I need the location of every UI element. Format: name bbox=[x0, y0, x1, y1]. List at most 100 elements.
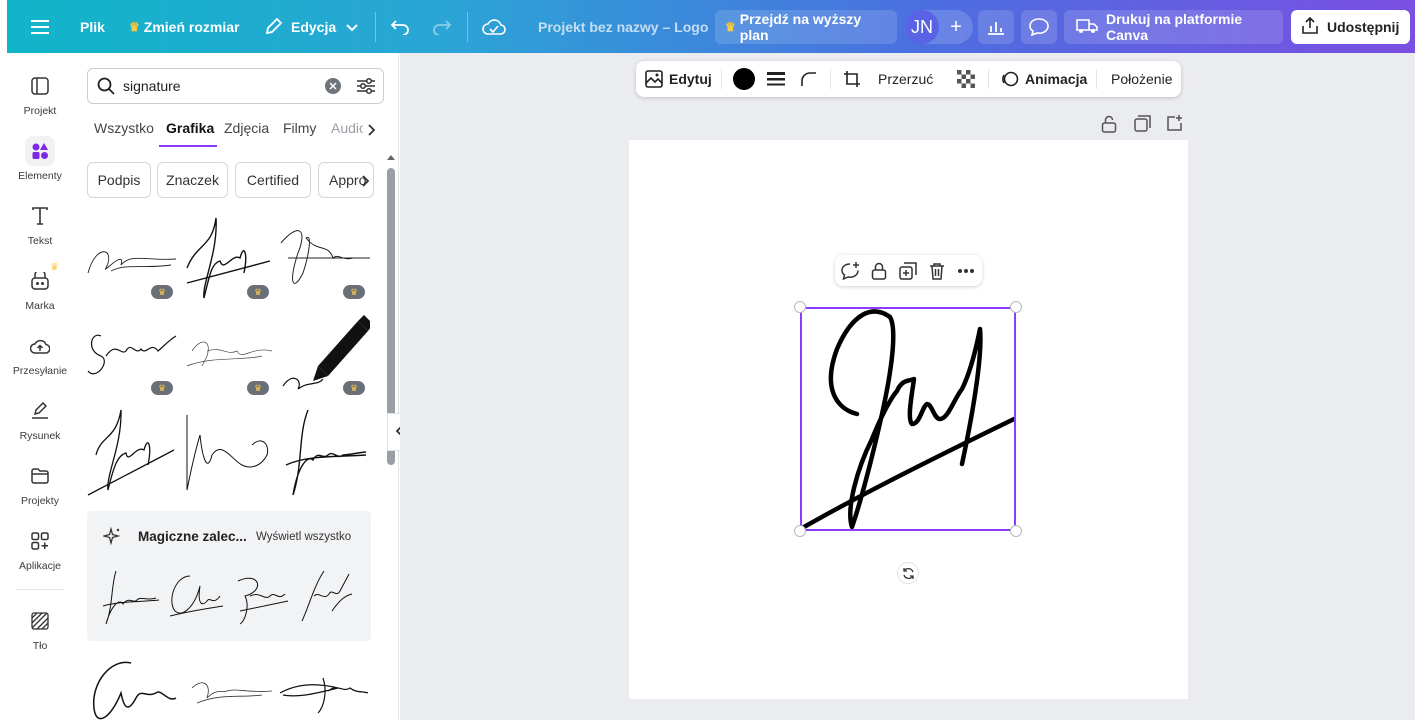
signature-graphic[interactable] bbox=[182, 405, 274, 495]
search-input[interactable] bbox=[121, 77, 311, 95]
rotate-icon bbox=[902, 567, 915, 580]
signature-graphic[interactable] bbox=[278, 653, 370, 720]
brand-icon: ♛ bbox=[25, 262, 59, 296]
resize-handle[interactable] bbox=[1010, 301, 1022, 313]
duplicate-page-icon[interactable] bbox=[1134, 115, 1151, 137]
add-collaborator-icon[interactable]: + bbox=[939, 16, 973, 39]
tab-wszystko[interactable]: Wszystko bbox=[94, 120, 154, 136]
premium-badge: ♛ bbox=[151, 285, 173, 299]
cloud-save-icon[interactable] bbox=[480, 10, 508, 44]
chevron-right-icon[interactable] bbox=[368, 123, 376, 141]
tab-audio[interactable]: Audio bbox=[331, 120, 363, 136]
insights-icon[interactable] bbox=[978, 10, 1014, 44]
rail-item-tekst[interactable]: Tekst bbox=[7, 201, 73, 259]
corner-rounding-icon[interactable] bbox=[800, 61, 818, 97]
pen-graphic[interactable]: ♛ bbox=[278, 311, 373, 401]
crop-icon[interactable] bbox=[843, 61, 861, 97]
transparency-icon[interactable] bbox=[957, 61, 975, 97]
signature-graphic[interactable]: ♛ bbox=[278, 213, 370, 303]
animate-icon bbox=[1001, 70, 1019, 88]
lock-icon[interactable] bbox=[867, 259, 891, 283]
tab-zdjecia[interactable]: Zdjęcia bbox=[224, 120, 269, 136]
position-button[interactable]: Położenie bbox=[1111, 61, 1173, 97]
rotate-handle[interactable] bbox=[897, 562, 919, 584]
tab-grafika[interactable]: Grafika bbox=[166, 120, 214, 136]
signature-graphic[interactable] bbox=[86, 653, 178, 720]
signature-graphic[interactable]: ♛ bbox=[182, 311, 274, 401]
chevron-right-icon[interactable] bbox=[362, 174, 370, 192]
scroll-up-icon[interactable] bbox=[387, 153, 395, 161]
divider bbox=[375, 12, 376, 42]
animate-button[interactable]: Animacja bbox=[1001, 61, 1087, 97]
signature-graphic[interactable]: ♛ bbox=[182, 213, 274, 303]
resize-handle[interactable] bbox=[1010, 525, 1022, 537]
share-button[interactable]: Udostępnij bbox=[1291, 10, 1410, 44]
file-menu[interactable]: Plik bbox=[80, 10, 105, 44]
resize-handle[interactable] bbox=[794, 301, 806, 313]
search-icon bbox=[97, 77, 115, 95]
edit-mode-label: Edycja bbox=[291, 19, 337, 35]
filter-icon[interactable] bbox=[356, 77, 376, 95]
context-toolbar: Edytuj Przerzuć Animacja Położenie bbox=[636, 61, 1181, 97]
tab-filmy[interactable]: Filmy bbox=[283, 120, 316, 136]
flip-button[interactable]: Przerzuć bbox=[878, 61, 933, 97]
draw-icon bbox=[25, 396, 55, 426]
rail-item-elementy[interactable]: Elementy bbox=[7, 136, 73, 194]
duplicate-icon[interactable] bbox=[896, 259, 920, 283]
edit-image-button[interactable]: Edytuj bbox=[645, 61, 712, 97]
rail-item-tlo[interactable]: Tło bbox=[7, 606, 73, 664]
premium-badge: ♛ bbox=[247, 285, 269, 299]
upload-icon bbox=[25, 331, 55, 361]
premium-badge: ♛ bbox=[343, 381, 365, 395]
rail-item-projekty[interactable]: Projekty bbox=[7, 461, 73, 519]
undo-icon[interactable] bbox=[387, 10, 413, 44]
top-bar: Plik ♛ Zmień rozmiar Edycja Projekt bez … bbox=[7, 0, 1415, 53]
avatar[interactable]: JN bbox=[905, 10, 939, 44]
rail-item-marka[interactable]: ♛ Marka bbox=[7, 262, 73, 324]
resize-button[interactable]: ♛ Zmień rozmiar bbox=[129, 10, 239, 44]
add-comment-icon[interactable] bbox=[838, 259, 862, 283]
rail-label: Tło bbox=[32, 640, 48, 652]
rail-item-aplikacje[interactable]: Aplikacje bbox=[7, 526, 73, 584]
signature-graphic[interactable] bbox=[101, 566, 161, 626]
signature-graphic[interactable] bbox=[165, 566, 225, 626]
comment-icon[interactable] bbox=[1021, 10, 1057, 44]
project-title[interactable]: Projekt bez nazwy – Logo bbox=[538, 10, 708, 44]
redo-icon[interactable] bbox=[429, 10, 455, 44]
more-options-icon[interactable] bbox=[954, 259, 978, 283]
rail-item-rysunek[interactable]: Rysunek bbox=[7, 396, 73, 454]
rail-item-projekt[interactable]: Projekt bbox=[7, 71, 73, 129]
edit-mode-dropdown[interactable]: Edycja bbox=[265, 10, 358, 44]
clear-icon[interactable] bbox=[325, 78, 341, 94]
hamburger-icon[interactable] bbox=[27, 10, 53, 44]
line-weight-icon[interactable] bbox=[767, 61, 785, 97]
premium-badge: ♛ bbox=[151, 381, 173, 395]
active-tab-indicator bbox=[159, 145, 217, 147]
signature-graphic[interactable]: ♛ bbox=[86, 311, 178, 401]
lock-icon[interactable] bbox=[1101, 115, 1117, 138]
selected-signature-element[interactable] bbox=[800, 307, 1017, 531]
print-button[interactable]: Drukuj na platformie Canva bbox=[1064, 10, 1283, 44]
trash-icon[interactable] bbox=[925, 259, 949, 283]
view-all-link[interactable]: Wyświetl wszystko bbox=[256, 531, 351, 543]
signature-graphic[interactable]: ♛ bbox=[86, 213, 178, 303]
upgrade-button[interactable]: ♛ Przejdź na wyższy plan bbox=[715, 10, 897, 44]
chip-znaczek[interactable]: Znaczek bbox=[157, 162, 228, 198]
signature-graphic bbox=[801, 309, 1017, 530]
crown-icon: ♛ bbox=[50, 262, 59, 273]
signature-graphic[interactable] bbox=[278, 405, 370, 496]
rail-item-przesylanie[interactable]: Przesyłanie bbox=[7, 331, 73, 389]
background-icon bbox=[25, 606, 55, 636]
chip-podpis[interactable]: Podpis bbox=[87, 162, 151, 198]
add-page-icon[interactable] bbox=[1166, 114, 1183, 136]
resize-handle[interactable] bbox=[794, 525, 806, 537]
signature-graphic[interactable] bbox=[182, 653, 274, 720]
signature-graphic[interactable] bbox=[230, 566, 290, 626]
chip-certified[interactable]: Certified bbox=[235, 162, 311, 198]
search-box bbox=[87, 68, 384, 104]
signature-graphic[interactable] bbox=[294, 566, 354, 626]
folder-icon bbox=[25, 461, 55, 491]
premium-badge: ♛ bbox=[343, 285, 365, 299]
color-swatch[interactable] bbox=[733, 68, 755, 90]
signature-graphic[interactable] bbox=[86, 405, 178, 496]
